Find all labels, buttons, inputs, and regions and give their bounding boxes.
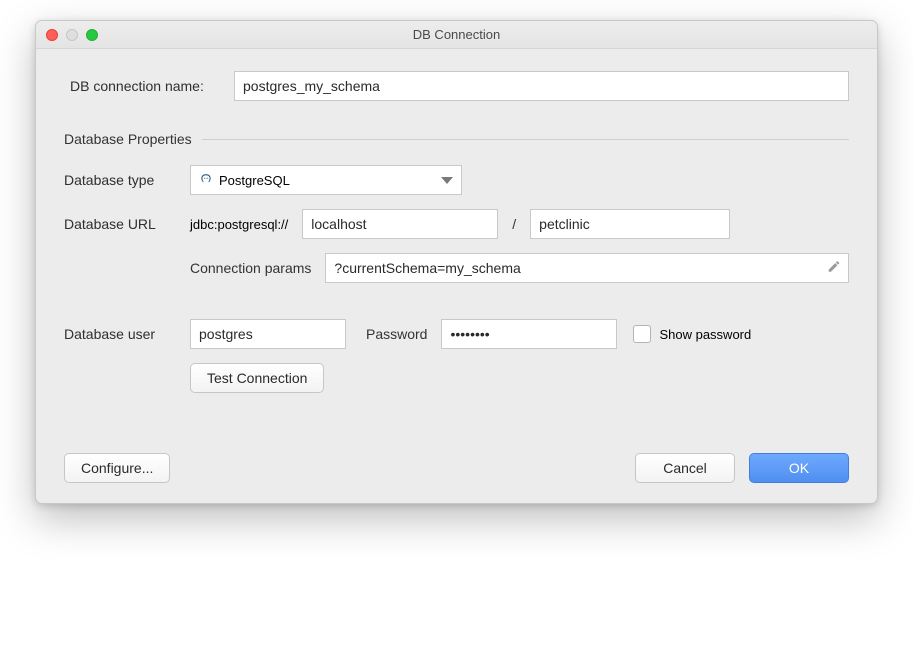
database-user-label: Database user	[64, 326, 190, 342]
database-properties-section: Database Properties	[64, 131, 849, 147]
dialog-footer: Configure... Cancel OK	[64, 453, 849, 483]
database-type-label: Database type	[64, 172, 190, 188]
database-name-input[interactable]	[530, 209, 730, 239]
minimize-icon[interactable]	[66, 29, 78, 41]
test-connection-button[interactable]: Test Connection	[190, 363, 324, 393]
window-controls	[46, 29, 98, 41]
configure-button[interactable]: Configure...	[64, 453, 170, 483]
section-divider	[202, 139, 849, 140]
db-connection-dialog: DB Connection DB connection name: Databa…	[35, 20, 878, 504]
zoom-icon[interactable]	[86, 29, 98, 41]
titlebar: DB Connection	[36, 21, 877, 49]
cancel-button[interactable]: Cancel	[635, 453, 735, 483]
show-password-label: Show password	[659, 327, 751, 342]
test-connection-row: Test Connection	[64, 363, 849, 393]
database-url-row: Database URL jdbc:postgresql:// /	[64, 209, 849, 239]
host-input[interactable]	[302, 209, 498, 239]
show-password-checkbox[interactable]	[633, 325, 651, 343]
connection-name-input[interactable]	[234, 71, 849, 101]
password-input[interactable]	[441, 319, 617, 349]
password-label: Password	[366, 326, 427, 342]
window-title: DB Connection	[36, 27, 877, 42]
section-title: Database Properties	[64, 131, 192, 147]
database-type-value: PostgreSQL	[219, 173, 290, 188]
connection-params-input[interactable]	[325, 253, 849, 283]
database-user-input[interactable]	[190, 319, 346, 349]
connection-params-row: Connection params	[64, 253, 849, 283]
database-user-row: Database user Password Show password	[64, 319, 849, 349]
chevron-down-icon	[441, 177, 453, 184]
dialog-content: DB connection name: Database Properties …	[36, 49, 877, 503]
connection-name-label: DB connection name:	[64, 78, 234, 94]
connection-name-row: DB connection name:	[64, 71, 849, 101]
database-type-row: Database type PostgreSQL	[64, 165, 849, 195]
show-password-wrap: Show password	[633, 325, 751, 343]
close-icon[interactable]	[46, 29, 58, 41]
database-type-select[interactable]: PostgreSQL	[190, 165, 462, 195]
url-slash: /	[512, 216, 516, 232]
ok-button[interactable]: OK	[749, 453, 849, 483]
connection-params-label: Connection params	[190, 260, 311, 276]
pencil-icon[interactable]	[827, 260, 841, 277]
database-url-label: Database URL	[64, 216, 190, 232]
postgresql-icon	[199, 173, 213, 187]
url-prefix-label: jdbc:postgresql://	[190, 217, 288, 232]
